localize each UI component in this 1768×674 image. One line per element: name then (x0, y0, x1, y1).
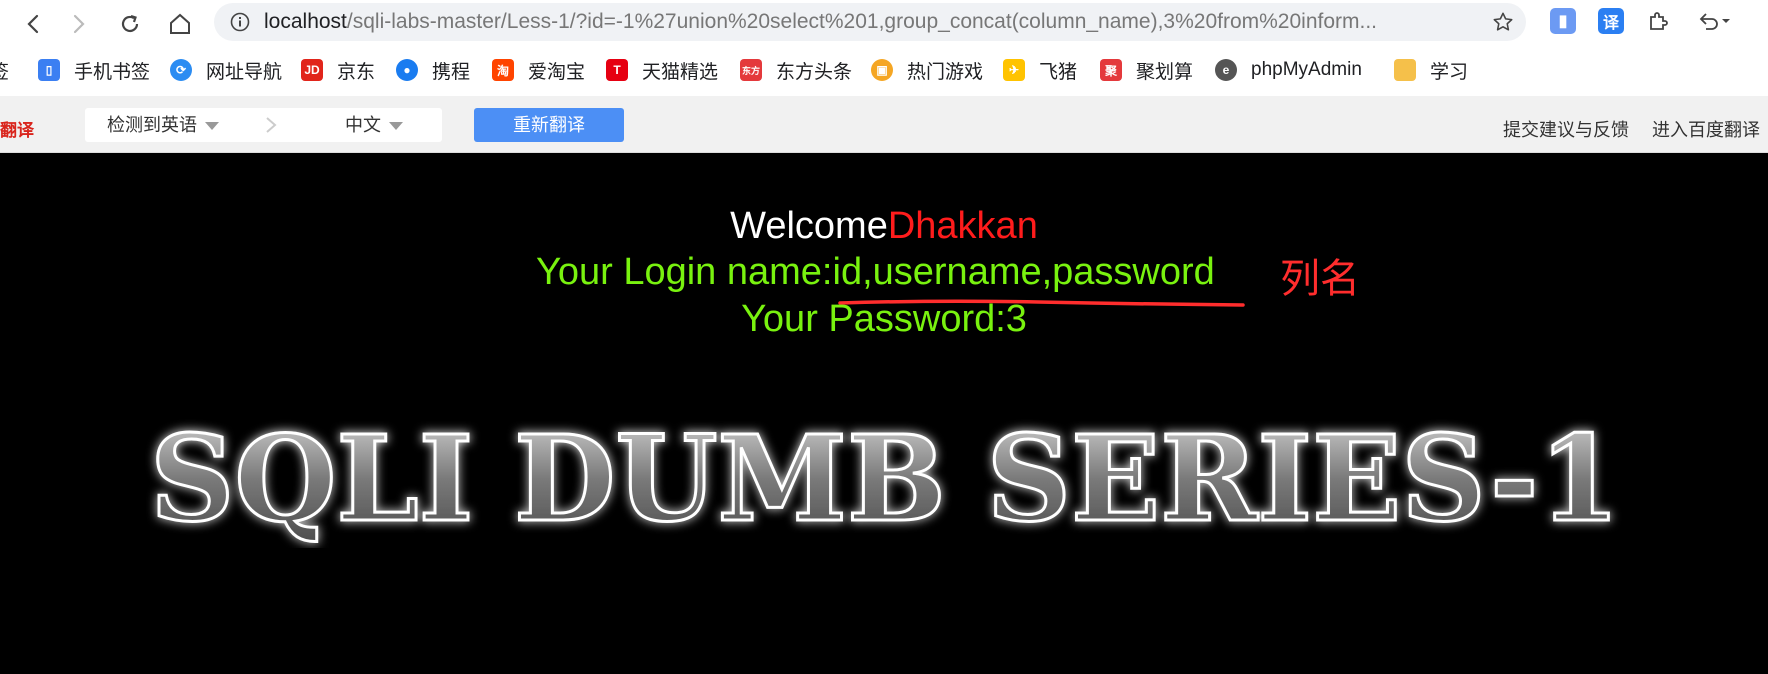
fliggy-icon: ✈ (1003, 59, 1025, 81)
url-text[interactable]: localhost/sqli-labs-master/Less-1/?id=-1… (264, 3, 1464, 41)
tmall-icon: T (606, 59, 628, 81)
bookmark-folder-study[interactable]: 学习 (1394, 58, 1468, 83)
bookmark-ctrip[interactable]: ● 携程 (396, 58, 470, 83)
welcome-name: Dhakkan (887, 205, 1038, 247)
bookmark-jd[interactable]: JD 京东 (301, 58, 375, 83)
ctrip-icon: ● (396, 59, 418, 81)
forward-arrow-icon (73, 14, 85, 34)
extension-translate-icon[interactable]: 译 (1598, 8, 1624, 34)
reload-icon (121, 14, 139, 33)
bookmark-star-icon[interactable] (1492, 11, 1514, 33)
reload-button[interactable] (112, 6, 148, 42)
extensions-puzzle-icon[interactable] (1645, 8, 1671, 34)
info-icon[interactable] (230, 12, 250, 32)
welcome-line: WelcomeDhakkan (0, 203, 1768, 249)
url-path: /sqli-labs-master/Less-1/?id=-1%27union%… (346, 10, 1378, 33)
baidu-translate-link[interactable]: 进入百度翻译 (1652, 116, 1760, 142)
bookmark-games[interactable]: ▣ 热门游戏 (871, 58, 983, 83)
bookmarks-bar: 签 ▯手机书签 ⟳网址导航 JD京东 ●携程 淘爱淘宝 T天猫精选 东方东方头条… (0, 44, 1768, 96)
phone-icon: ▯ (38, 59, 60, 81)
login-label: Your Login name: (536, 251, 833, 293)
dongfang-icon: 东方 (740, 59, 762, 81)
bookmark-dongfang[interactable]: 东方 东方头条 (740, 58, 852, 83)
login-line: Your Login name:id,username,password (536, 249, 1215, 295)
bookmark-phpmyadmin[interactable]: e phpMyAdmin (1215, 58, 1362, 82)
url-host: localhost (264, 10, 347, 33)
back-arrow-icon (27, 14, 39, 34)
target-language-select[interactable]: 中文 (345, 108, 403, 142)
feedback-link[interactable]: 提交建议与反馈 (1503, 116, 1629, 142)
bookmark-tmall[interactable]: T 天猫精选 (606, 58, 718, 83)
browser-toolbar: localhost/sqli-labs-master/Less-1/?id=-1… (0, 0, 1768, 44)
translate-logo: 翻译 (0, 121, 34, 140)
page-content: WelcomeDhakkan Your Login name:id,userna… (0, 153, 1768, 674)
language-selector: 检测到英语 中文 (85, 108, 442, 142)
undo-menu-icon[interactable] (1694, 8, 1734, 34)
jd-icon: JD (301, 59, 323, 81)
bookmark-juhuasuan[interactable]: 聚聚划算 (1100, 58, 1193, 83)
sqli-dumb-series-banner: SQLI DUMB SERIES-1 (149, 408, 1622, 548)
banner-text: SQLI DUMB SERIES-1 (150, 409, 1620, 548)
address-bar[interactable]: localhost/sqli-labs-master/Less-1/?id=-1… (214, 3, 1526, 41)
bookmark-fliggy[interactable]: ✈ 飞猪 (1003, 58, 1077, 83)
folder-icon (1394, 59, 1416, 81)
compass-icon: ⟳ (170, 59, 192, 81)
bookmark-partial[interactable]: 签 (0, 58, 9, 83)
bookmark-nav[interactable]: ⟳ 网址导航 (170, 58, 282, 83)
juhuasuan-icon: 聚 (1100, 59, 1122, 81)
chevron-right-icon (266, 117, 277, 133)
forward-button[interactable] (60, 6, 96, 42)
taobao-icon: 淘 (492, 59, 514, 81)
caret-down-icon (389, 122, 403, 131)
game-icon: ▣ (871, 59, 893, 81)
retranslate-button[interactable]: 重新翻译 (474, 108, 624, 142)
translate-bar: 翻译 检测到英语 中文 重新翻译 提交建议与反馈 进入百度翻译 (0, 96, 1768, 153)
extension-mouse-icon[interactable]: ▮ (1550, 8, 1576, 34)
login-value: id,username,password (832, 251, 1215, 293)
home-button[interactable] (162, 6, 198, 42)
caret-down-icon (205, 122, 219, 131)
welcome-prefix: Welcome (730, 205, 888, 247)
password-line: Your Password:3 (741, 298, 1027, 340)
bookmark-mobile[interactable]: ▯ 手机书签 (38, 58, 150, 83)
phpmyadmin-icon: e (1215, 59, 1237, 81)
bookmark-taobao[interactable]: 淘爱淘宝 (492, 58, 585, 83)
source-language-select[interactable]: 检测到英语 (107, 108, 219, 142)
home-icon (170, 13, 190, 34)
back-button[interactable] (16, 6, 52, 42)
